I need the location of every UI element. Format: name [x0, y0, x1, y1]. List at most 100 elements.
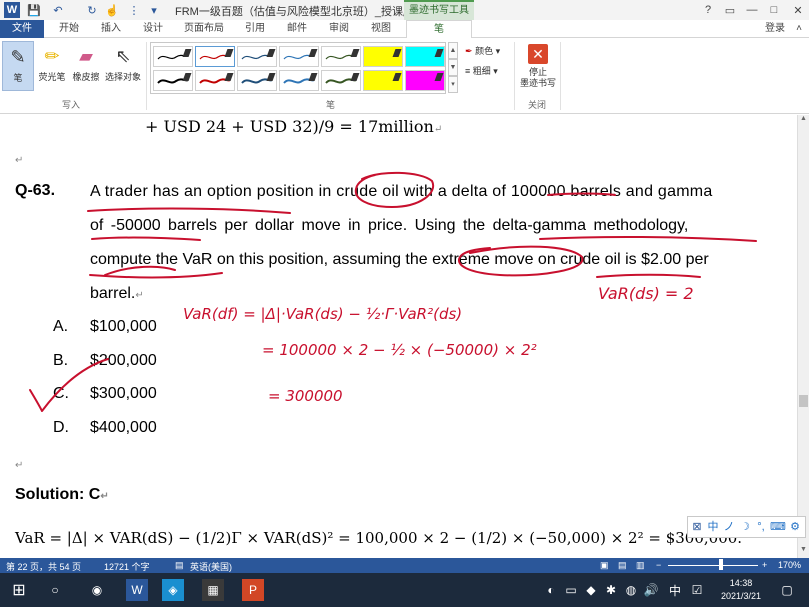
pen-swatch[interactable] [195, 46, 235, 67]
tab-mailings[interactable]: 邮件 [280, 20, 314, 38]
word-count[interactable]: 12721 个字 [104, 560, 150, 573]
maximize-button[interactable]: □ [763, 0, 785, 20]
tab-home[interactable]: 开始 [52, 20, 86, 38]
system-clock[interactable]: 14:38 2021/3/21 [714, 577, 768, 603]
search-icon[interactable]: ○ [44, 579, 66, 601]
app-icon[interactable]: ▦ [202, 579, 224, 601]
pen-swatch[interactable] [279, 70, 319, 91]
pen-swatch[interactable] [279, 46, 319, 67]
pen-swatch[interactable] [153, 46, 193, 67]
color-label: 颜色 [475, 46, 494, 56]
ime-mode-icon[interactable]: ☑ [686, 579, 708, 601]
tab-references[interactable]: 引用 [238, 20, 272, 38]
app-icon[interactable]: ◈ [162, 579, 184, 601]
quick-access-more-icon[interactable]: ⋮ [126, 2, 142, 18]
customize-qat-icon[interactable]: ▾ [146, 2, 162, 18]
pen-swatch[interactable] [153, 70, 193, 91]
gallery-more-icon[interactable]: ▾ [448, 76, 458, 93]
print-layout-icon[interactable]: ▤ [618, 560, 627, 571]
tray-app-icon[interactable]: ◍ [620, 579, 642, 601]
tray-app-icon[interactable]: ✱ [600, 579, 622, 601]
volume-icon[interactable]: 🔊 [640, 579, 662, 601]
pen-swatch[interactable] [321, 46, 361, 67]
ime-keyboard-icon[interactable]: ⌨ [770, 520, 786, 534]
network-icon[interactable]: ▭ [560, 579, 582, 601]
help-button[interactable]: ? [697, 0, 719, 20]
minimize-button[interactable]: — [741, 0, 763, 20]
tray-app-icon[interactable]: ◐ [540, 579, 562, 601]
ribbon-display-button[interactable]: ▭ [719, 0, 741, 20]
redo-icon[interactable]: ↻ [84, 2, 100, 18]
gallery-up-icon[interactable]: ▲ [448, 42, 458, 59]
pen-swatch[interactable] [405, 70, 445, 91]
ime-punctuation-icon[interactable]: °, [754, 520, 768, 534]
ink-annotations-layer: VaR(ds) = 2 VaR(df) = |Δ|·VaR(ds) − ½·Γ·… [29, 171, 757, 412]
ime-moon-icon[interactable]: ☽ [738, 520, 752, 534]
vertical-scrollbar[interactable]: ▲ ▼ [797, 115, 809, 558]
scroll-up-icon[interactable]: ▲ [798, 115, 809, 127]
word-taskbar-icon[interactable]: W [126, 579, 148, 601]
tab-view[interactable]: 视图 [364, 20, 398, 38]
ink-underline [596, 273, 701, 278]
ribbon-collapse-icon[interactable]: ˄ [792, 20, 806, 38]
notification-icon[interactable]: ▢ [776, 579, 798, 601]
eraser-label: 橡皮擦 [72, 72, 100, 82]
zoom-slider[interactable] [668, 565, 758, 566]
ime-grip-icon[interactable]: ⊠ [690, 520, 704, 534]
pen-swatch[interactable] [363, 46, 403, 67]
ribbon: ✎ 笔 ✏ 荧光笔 ▰ 橡皮擦 ⇖ 选择对象 写入 ▲ ▼ ▾ ✒ 颜色 ▾ ≡… [0, 38, 809, 114]
ime-handwriting-icon[interactable]: ノ [722, 520, 736, 534]
language-status[interactable]: 英语(美国) [190, 560, 232, 573]
stop-inking-button[interactable]: ✕ 停止 墨迹书写 [519, 42, 557, 96]
tab-layout[interactable]: 页面布局 [180, 20, 228, 38]
read-mode-icon[interactable]: ▣ [600, 560, 609, 571]
ink-underline [87, 207, 291, 214]
highlighter-tool-button[interactable]: ✏ 荧光笔 [36, 41, 68, 91]
group-divider [560, 42, 561, 110]
app-icon[interactable]: ◉ [86, 579, 108, 601]
ime-language-indicator[interactable]: 中 [664, 579, 686, 601]
tab-insert[interactable]: 插入 [94, 20, 128, 38]
pen-swatch[interactable] [237, 46, 277, 67]
save-icon[interactable]: 💾 [26, 2, 42, 18]
document-page[interactable]: + USD 24 + USD 32)/9 = 17million↵ ↵ Q-63… [0, 115, 797, 558]
cursor-arrow-icon: ⇖ [115, 46, 131, 66]
close-button[interactable]: ✕ [787, 0, 809, 20]
color-icon: ✒ [465, 46, 473, 56]
web-layout-icon[interactable]: ▥ [636, 560, 645, 571]
pen-thickness-dropdown[interactable]: ≡ 粗细 ▾ [465, 64, 498, 77]
pen-swatch[interactable] [237, 70, 277, 91]
zoom-out-icon[interactable]: − [656, 560, 661, 570]
eraser-tool-button[interactable]: ▰ 橡皮擦 [70, 41, 102, 91]
tab-pen[interactable]: 笔 [406, 20, 472, 38]
tab-file[interactable]: 文件 [0, 20, 44, 38]
scroll-thumb[interactable] [799, 395, 808, 407]
ime-settings-icon[interactable]: ⚙ [788, 520, 802, 534]
pen-group-label: 笔 [326, 100, 336, 110]
tray-app-icon[interactable]: ◆ [580, 579, 602, 601]
sign-in-link[interactable]: 登录 [760, 20, 790, 38]
page-count[interactable]: 第 22 页，共 54 页 [6, 560, 81, 573]
pen-swatch[interactable] [195, 70, 235, 91]
pen-tool-button[interactable]: ✎ 笔 [2, 41, 34, 91]
zoom-level[interactable]: 170% [778, 560, 801, 570]
tab-review[interactable]: 审阅 [322, 20, 356, 38]
gallery-down-icon[interactable]: ▼ [448, 59, 458, 76]
tab-design[interactable]: 设计 [136, 20, 170, 38]
pen-swatch[interactable] [405, 46, 445, 67]
zoom-slider-thumb[interactable] [719, 559, 723, 570]
windows-start-icon[interactable]: ⊞ [8, 579, 30, 601]
ime-chinese-mode[interactable]: 中 [706, 520, 720, 534]
zoom-in-icon[interactable]: + [762, 560, 767, 570]
undo-icon[interactable]: ↶ [50, 2, 66, 18]
pen-tip-icon [182, 49, 192, 57]
powerpoint-taskbar-icon[interactable]: P [242, 579, 264, 601]
pen-color-dropdown[interactable]: ✒ 颜色 ▾ [465, 44, 500, 57]
pen-swatch[interactable] [363, 70, 403, 91]
pen-tip-icon [266, 73, 276, 81]
select-objects-button[interactable]: ⇖ 选择对象 [103, 41, 143, 91]
scroll-down-icon[interactable]: ▼ [798, 546, 809, 558]
pen-tip-icon [182, 73, 192, 81]
pen-swatch[interactable] [321, 70, 361, 91]
touch-mode-icon[interactable]: ☝ [104, 2, 120, 18]
